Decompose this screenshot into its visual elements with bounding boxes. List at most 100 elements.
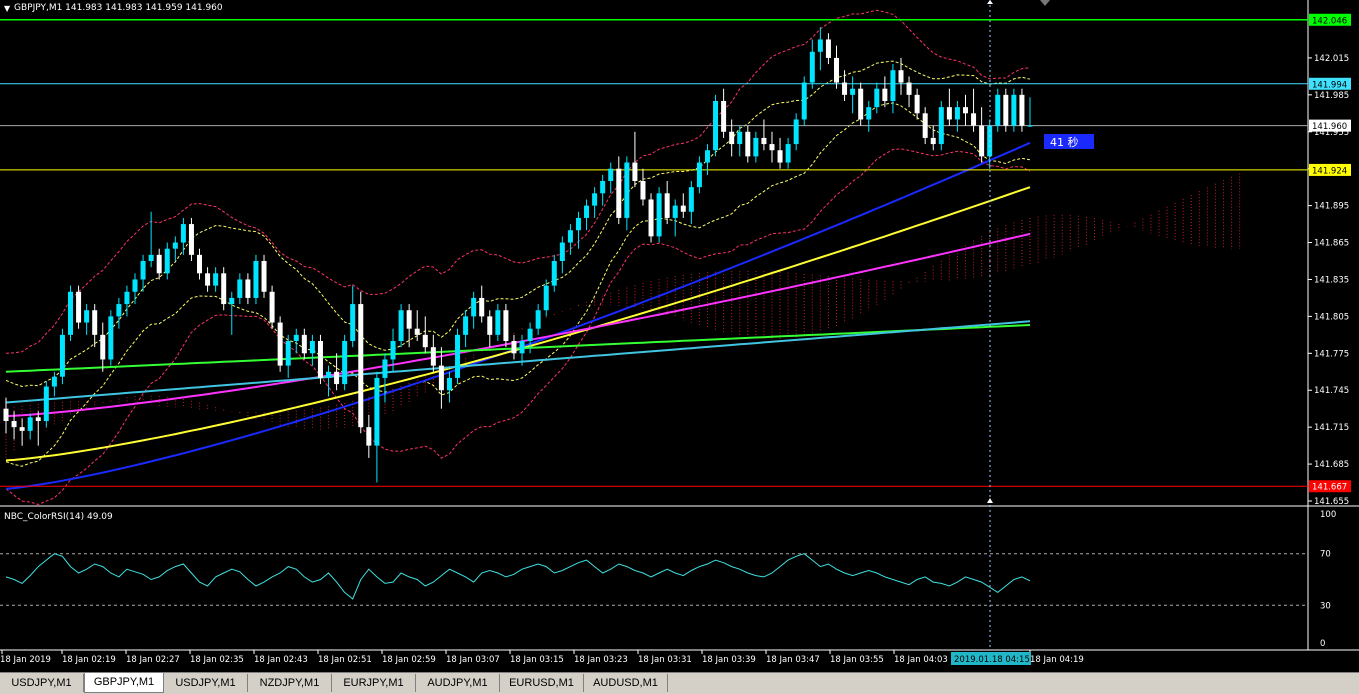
candle-body[interactable] [237, 279, 243, 298]
candle-body[interactable] [962, 107, 968, 114]
candle-body[interactable] [696, 162, 702, 188]
candle-body[interactable] [656, 193, 662, 237]
candle-body[interactable] [753, 137, 759, 157]
candle-body[interactable] [850, 88, 856, 95]
candle-body[interactable] [624, 162, 630, 218]
candle-body[interactable] [890, 70, 896, 101]
tab-usdjpy-m1[interactable]: USDJPY,M1 [164, 674, 248, 692]
candle-body[interactable] [27, 417, 33, 431]
candle-body[interactable] [406, 310, 412, 329]
candle-body[interactable] [551, 261, 557, 286]
candle-body[interactable] [971, 113, 977, 126]
candle-body[interactable] [390, 341, 396, 360]
candle-body[interactable] [817, 39, 823, 52]
candle-body[interactable] [301, 334, 307, 354]
candle-body[interactable] [277, 322, 283, 366]
candle-body[interactable] [745, 131, 751, 157]
candle-body[interactable] [914, 94, 920, 114]
candle-body[interactable] [3, 408, 9, 421]
candle-body[interactable] [801, 82, 807, 120]
candle-body[interactable] [261, 261, 267, 292]
candle-body[interactable] [245, 279, 251, 298]
candle-body[interactable] [600, 181, 606, 194]
candle-body[interactable] [140, 261, 146, 280]
candle-body[interactable] [180, 224, 186, 243]
candle-body[interactable] [608, 168, 614, 181]
candle-body[interactable] [704, 150, 710, 163]
chart-canvas[interactable]: 41 秒 ▼ GBPJPY,M1 141.983 141.983 141.959 1… [0, 0, 1359, 672]
candle-body[interactable] [455, 334, 461, 378]
candle-body[interactable] [43, 386, 49, 421]
candle-body[interactable] [842, 82, 848, 95]
candle-body[interactable] [511, 341, 517, 354]
candle-body[interactable] [342, 341, 348, 385]
candle-body[interactable] [51, 376, 57, 387]
candle-body[interactable] [374, 377, 380, 446]
candle-body[interactable] [11, 421, 17, 428]
tab-audjpy-m1[interactable]: AUDJPY,M1 [416, 674, 500, 692]
candle-body[interactable] [785, 144, 791, 163]
candle-body[interactable] [398, 310, 404, 341]
candle-body[interactable] [809, 51, 815, 83]
candle-body[interactable] [116, 304, 122, 317]
candle-body[interactable] [632, 162, 638, 181]
candle-body[interactable] [366, 427, 372, 446]
candle-body[interactable] [616, 168, 622, 218]
candle-body[interactable] [172, 242, 178, 249]
candle-body[interactable] [59, 334, 65, 377]
candle-body[interactable] [35, 417, 41, 421]
candle-body[interactable] [188, 224, 194, 255]
candle-body[interactable] [132, 279, 138, 292]
candle-body[interactable] [688, 187, 694, 212]
candle-body[interactable] [1011, 94, 1017, 126]
candle-body[interactable] [285, 341, 291, 366]
candle-body[interactable] [495, 310, 501, 335]
candle-body[interactable] [648, 199, 654, 237]
candle-body[interactable] [825, 39, 831, 58]
candle-body[interactable] [148, 254, 154, 261]
candle-body[interactable] [882, 88, 888, 101]
candle-body[interactable] [422, 334, 428, 348]
candle-body[interactable] [979, 125, 985, 157]
candle-body[interactable] [503, 310, 509, 341]
candle-body[interactable] [68, 291, 74, 335]
candle-body[interactable] [592, 193, 598, 206]
candle-body[interactable] [205, 273, 211, 286]
candle-body[interactable] [680, 205, 686, 212]
candle-body[interactable] [471, 297, 477, 317]
candle-body[interactable] [269, 291, 275, 323]
candle-body[interactable] [221, 273, 227, 305]
candle-body[interactable] [584, 205, 590, 218]
candle-body[interactable] [672, 205, 678, 218]
candle-body[interactable] [463, 316, 469, 335]
candle-body[interactable] [833, 57, 839, 83]
candle-body[interactable] [866, 107, 872, 120]
candle-body[interactable] [575, 217, 581, 231]
candle-body[interactable] [543, 285, 549, 311]
candle-body[interactable] [535, 310, 541, 329]
candle-body[interactable] [664, 193, 670, 218]
candle-body[interactable] [326, 371, 332, 378]
candle-body[interactable] [898, 70, 904, 83]
candle-body[interactable] [1003, 94, 1009, 126]
candle-body[interactable] [954, 107, 960, 120]
candle-body[interactable] [1019, 94, 1025, 126]
candle-body[interactable] [922, 113, 928, 138]
candle-body[interactable] [197, 254, 203, 274]
candle-body[interactable] [527, 328, 533, 341]
candle-body[interactable] [874, 88, 880, 108]
candle-body[interactable] [479, 297, 485, 317]
candle-body[interactable] [358, 304, 364, 428]
chart-window[interactable]: 41 秒 ▼ GBPJPY,M1 141.983 141.983 141.959 1… [0, 0, 1359, 693]
tab-eurusd-m1[interactable]: EURUSD,M1 [500, 674, 584, 692]
candle-body[interactable] [76, 291, 82, 323]
candle-body[interactable] [414, 328, 420, 335]
candle-body[interactable] [946, 107, 952, 120]
candle-body[interactable] [108, 316, 114, 360]
candle-body[interactable] [446, 377, 452, 391]
candle-body[interactable] [19, 427, 25, 431]
candle-body[interactable] [213, 273, 219, 286]
candle-body[interactable] [430, 347, 436, 366]
candle-body[interactable] [559, 242, 565, 261]
tab-usdjpy-m1[interactable]: USDJPY,M1 [0, 674, 84, 692]
